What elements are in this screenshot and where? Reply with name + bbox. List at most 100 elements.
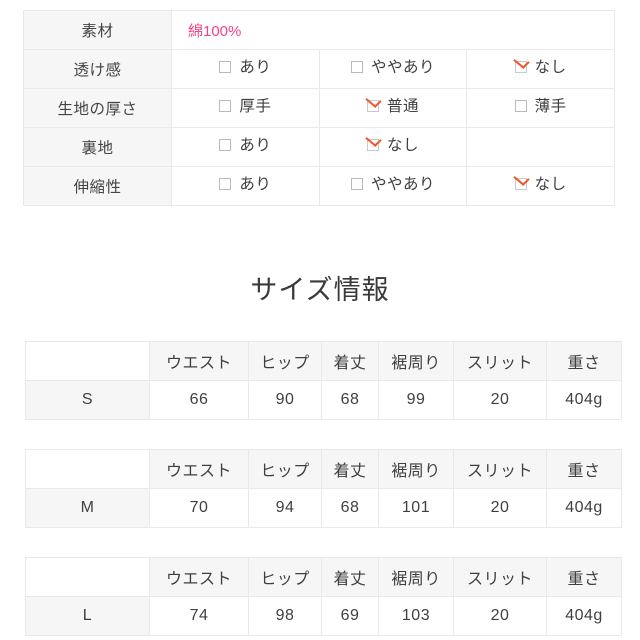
spec-label-stretch: 伸縮性 [23,166,172,206]
option-group: 厚手 [219,99,271,115]
spec-label-sheerness: 透け感 [23,49,172,89]
table-row: S 66 90 68 99 20 404g [25,380,622,420]
size-table-header-row: ウエスト ヒップ 着丈 裾周り スリット 重さ [25,449,622,489]
size-header-hip: ヒップ [248,557,322,597]
size-header-blank [25,449,150,489]
option-group: あり [219,177,271,193]
spec-option-lining-2[interactable]: なし [318,127,468,167]
checkbox-unchecked-icon[interactable] [219,61,232,74]
option-group: 薄手 [514,97,567,115]
size-header-hip: ヒップ [248,449,322,489]
option-group: なし [514,175,567,193]
spec-option-stretch-1[interactable]: あり [171,166,320,206]
size-header-hem: 裾周り [378,449,454,489]
size-value-hem: 103 [378,596,454,636]
spec-row-thickness: 生地の厚さ 厚手 普通 薄手 [23,88,615,128]
size-header-slit: スリット [453,557,547,597]
checkbox-unchecked-icon[interactable] [514,100,527,113]
size-table-m: ウエスト ヒップ 着丈 裾周り スリット 重さ M 70 94 68 101 2… [25,449,622,528]
size-header-weight: 重さ [546,449,622,489]
option-group: あり [219,60,271,76]
size-value-hip: 98 [248,596,322,636]
checkbox-unchecked-icon[interactable] [350,61,363,74]
checkbox-unchecked-icon[interactable] [219,100,232,113]
option-group: なし [514,58,567,76]
size-value-waist: 66 [149,380,249,420]
checkbox-unchecked-icon[interactable] [219,178,232,191]
size-table-header-row: ウエスト ヒップ 着丈 裾周り スリット 重さ [25,341,622,381]
option-label: ややあり [370,58,435,76]
checkbox-checked-icon[interactable] [366,100,379,113]
option-label: 厚手 [239,97,272,115]
option-label: あり [239,175,272,193]
size-value-waist: 70 [149,488,249,528]
spec-option-thickness-1[interactable]: 厚手 [171,88,320,128]
checkbox-checked-icon[interactable] [514,178,527,191]
spec-row-stretch: 伸縮性 あり ややあり なし [23,166,615,206]
table-row: M 70 94 68 101 20 404g [25,488,622,528]
size-label-l: L [25,596,150,636]
spec-label-material: 素材 [23,10,172,50]
size-header-waist: ウエスト [149,341,249,381]
size-table-l: ウエスト ヒップ 着丈 裾周り スリット 重さ L 74 98 69 103 2… [25,557,622,636]
option-group: なし [366,138,419,154]
size-header-waist: ウエスト [149,449,249,489]
option-label: 普通 [386,97,419,115]
spec-option-sheerness-1[interactable]: あり [171,49,320,89]
option-label: ややあり [370,175,435,193]
size-header-blank [25,557,150,597]
option-label: なし [534,58,567,76]
size-header-slit: スリット [453,449,547,489]
checkbox-unchecked-icon[interactable] [219,139,232,152]
size-value-hem: 99 [378,380,454,420]
size-value-weight: 404g [546,380,622,420]
spec-value-material: 綿100% [171,10,615,50]
spec-option-sheerness-2[interactable]: ややあり [318,49,468,89]
spec-option-stretch-3[interactable]: なし [466,166,615,206]
size-label-s: S [25,380,150,420]
spec-option-thickness-3[interactable]: 薄手 [466,88,615,128]
spec-label-lining: 裏地 [23,127,172,167]
size-value-length: 69 [321,596,379,636]
option-label: なし [534,175,567,193]
option-group: ややあり [350,58,435,76]
size-value-hem: 101 [378,488,454,528]
size-header-length: 着丈 [321,341,379,381]
size-label-m: M [25,488,150,528]
size-header-blank [25,341,150,381]
size-header-hem: 裾周り [378,341,454,381]
size-value-slit: 20 [453,380,547,420]
size-header-length: 着丈 [321,557,379,597]
spec-option-thickness-2[interactable]: 普通 [318,88,468,128]
size-header-slit: スリット [453,341,547,381]
option-label: あり [239,58,272,76]
size-header-length: 着丈 [321,449,379,489]
spec-row-material: 素材 綿100% [23,10,615,50]
size-value-weight: 404g [546,488,622,528]
spec-label-thickness: 生地の厚さ [23,88,172,128]
size-value-slit: 20 [453,596,547,636]
option-group: ややあり [350,175,435,193]
spec-option-sheerness-3[interactable]: なし [466,49,615,89]
spec-option-stretch-2[interactable]: ややあり [318,166,468,206]
product-spec-page: 素材 綿100% 透け感 あり ややあり なし 生地の厚さ 厚手 普通 薄手 裏… [0,0,640,640]
size-table-s: ウエスト ヒップ 着丈 裾周り スリット 重さ S 66 90 68 99 20… [25,341,622,420]
option-label: あり [239,136,272,154]
size-value-slit: 20 [453,488,547,528]
spec-option-lining-3-empty [466,127,615,167]
size-value-length: 68 [321,380,379,420]
size-header-weight: 重さ [546,341,622,381]
size-value-waist: 74 [149,596,249,636]
spec-option-lining-1[interactable]: あり [171,127,320,167]
size-header-hip: ヒップ [248,341,322,381]
checkbox-checked-icon[interactable] [514,61,527,74]
size-value-length: 68 [321,488,379,528]
table-row: L 74 98 69 103 20 404g [25,596,622,636]
spec-row-lining: 裏地 あり なし [23,127,615,167]
spec-row-sheerness: 透け感 あり ややあり なし [23,49,615,89]
checkbox-checked-icon[interactable] [366,139,379,152]
checkbox-unchecked-icon[interactable] [350,178,363,191]
option-label: 薄手 [534,97,567,115]
option-group: あり [219,138,271,154]
size-value-hip: 94 [248,488,322,528]
